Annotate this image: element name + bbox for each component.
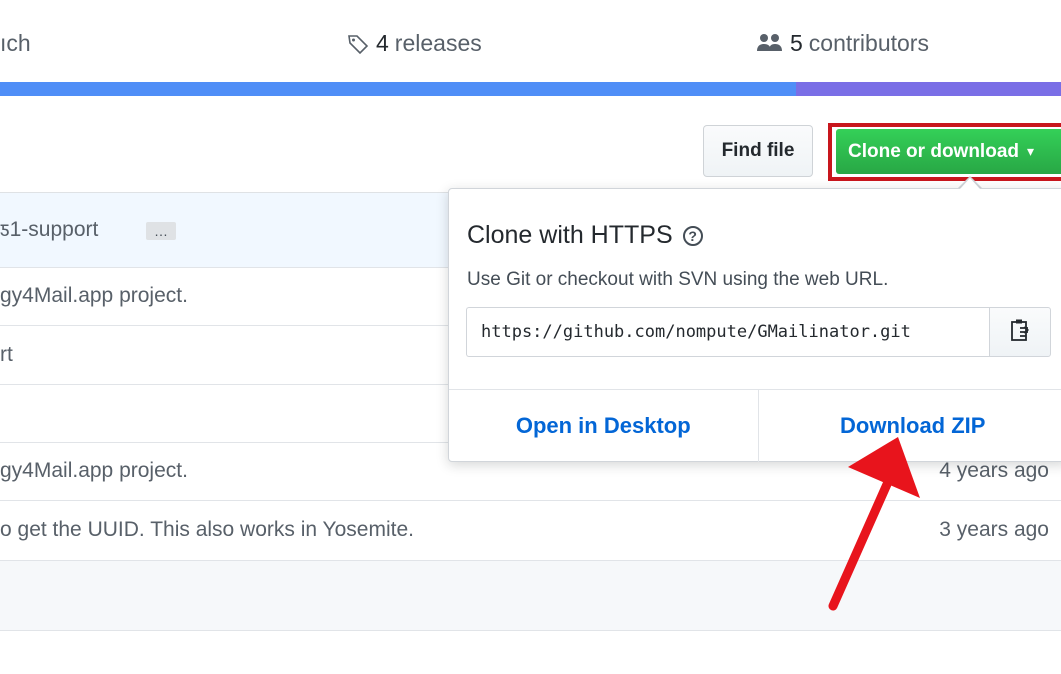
question-circle-icon[interactable]: ? <box>682 225 703 246</box>
releases-count: 4 <box>376 30 389 56</box>
language-bar[interactable] <box>0 82 1061 96</box>
commit-message[interactable]: gy4Mail.app project. <box>0 459 188 483</box>
contributors-count: 5 <box>790 30 803 56</box>
clipboard-icon <box>1010 318 1030 347</box>
dropdown-pointer-inner <box>960 178 980 189</box>
contributors-summary[interactable]: 5 contributors <box>756 30 929 57</box>
clone-dropdown: Clone with HTTPS ? Use Git or checkout w… <box>448 188 1061 462</box>
tag-icon <box>346 32 370 56</box>
expand-commit-button[interactable]: … <box>146 221 176 240</box>
clone-dropdown-title: Clone with HTTPS ? <box>467 221 703 250</box>
releases-label: releases <box>394 30 482 56</box>
repository-page: ıch 4 releases 5 contributors Find file … <box>0 0 1061 674</box>
repo-summary: ıch 4 releases 5 contributors <box>0 0 1061 82</box>
branch-label: ıch <box>0 30 31 56</box>
file-row[interactable] <box>0 561 1061 631</box>
commit-message[interactable]: gy4Mail.app project. <box>0 284 188 308</box>
clone-description: Use Git or checkout with SVN using the w… <box>467 269 889 290</box>
language-segment[interactable] <box>0 82 796 96</box>
clone-button-label: Clone or download <box>848 140 1019 162</box>
file-row[interactable]: o get the UUID. This also works in Yosem… <box>0 501 1061 561</box>
clone-url-input[interactable] <box>466 307 989 357</box>
people-icon <box>756 32 784 56</box>
branch-summary[interactable]: ıch <box>0 30 31 57</box>
commit-message[interactable]: o get the UUID. This also works in Yosem… <box>0 518 414 542</box>
clone-dropdown-footer: Open in Desktop Download ZIP <box>449 389 1061 462</box>
download-zip-button[interactable]: Download ZIP <box>757 390 1061 462</box>
releases-summary[interactable]: 4 releases <box>346 30 482 57</box>
open-in-desktop-button[interactable]: Open in Desktop <box>449 390 758 462</box>
commit-age: 4 years ago <box>939 459 1049 482</box>
clone-url-group <box>466 307 1051 357</box>
language-segment[interactable] <box>795 82 1061 96</box>
commit-message[interactable]: ƽ1-support <box>0 218 98 242</box>
clone-or-download-button[interactable]: Clone or download ▾ <box>836 129 1061 174</box>
commit-message[interactable]: rt <box>0 343 13 367</box>
copy-to-clipboard-button[interactable] <box>989 307 1051 357</box>
commit-age: 3 years ago <box>939 518 1049 541</box>
clone-title-text: Clone with HTTPS <box>467 221 673 249</box>
find-file-button[interactable]: Find file <box>703 125 813 177</box>
caret-down-icon: ▾ <box>1027 143 1035 159</box>
contributors-label: contributors <box>808 30 929 56</box>
